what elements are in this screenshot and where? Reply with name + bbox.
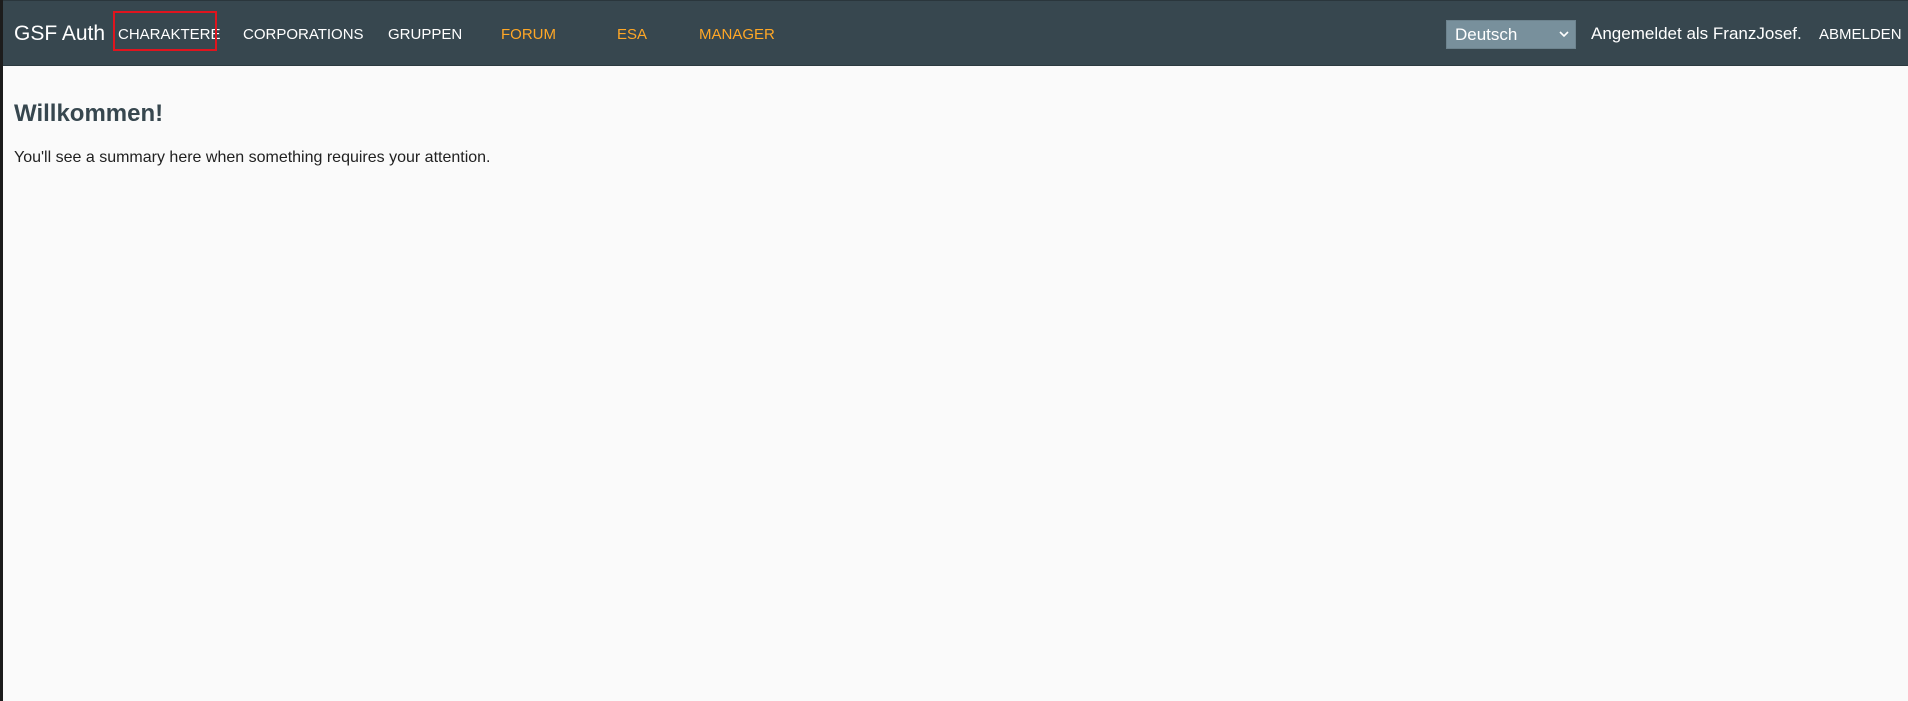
nav-link-gruppen[interactable]: GRUPPEN — [388, 26, 462, 44]
page-title: Willkommen! — [14, 100, 164, 127]
nav-link-corporations[interactable]: CORPORATIONS — [243, 26, 364, 44]
language-select[interactable]: Deutsch — [1446, 20, 1576, 49]
logged-in-status: Angemeldet als FranzJosef. — [1591, 24, 1802, 43]
chevron-down-icon — [1559, 31, 1569, 38]
logout-link[interactable]: ABMELDEN — [1819, 26, 1902, 44]
nav-link-charaktere[interactable]: CHARAKTERE — [118, 26, 221, 44]
top-navbar: GSF Auth CHARAKTERE CORPORATIONS GRUPPEN… — [3, 0, 1908, 66]
nav-link-esa[interactable]: ESA — [617, 26, 647, 44]
nav-link-forum[interactable]: FORUM — [501, 26, 556, 44]
main-content: Willkommen! You'll see a summary here wh… — [14, 100, 491, 167]
nav-link-manager[interactable]: MANAGER — [699, 26, 775, 44]
brand-link[interactable]: GSF Auth — [14, 21, 105, 47]
language-select-value: Deutsch — [1455, 25, 1518, 44]
summary-message: You'll see a summary here when something… — [14, 149, 491, 166]
app-window: GSF Auth CHARAKTERE CORPORATIONS GRUPPEN… — [0, 0, 1908, 701]
